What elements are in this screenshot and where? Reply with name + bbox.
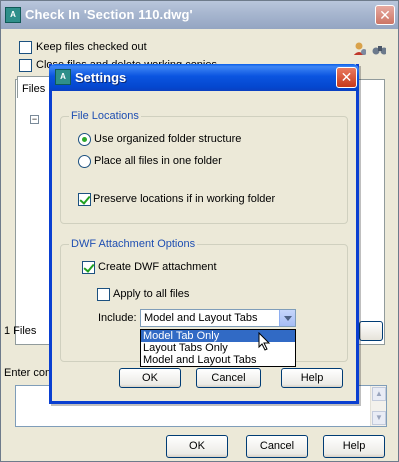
comment-scrollbar[interactable]: ▲ ▼ bbox=[370, 386, 386, 426]
tab-files[interactable]: Files bbox=[17, 76, 51, 98]
settings-help-button[interactable]: Help bbox=[281, 368, 343, 388]
keep-checked-out-label: Keep files checked out bbox=[36, 41, 147, 53]
settings-ok-button[interactable]: OK bbox=[119, 368, 181, 388]
keep-checked-out-checkbox[interactable] bbox=[19, 41, 32, 54]
user-settings-icon[interactable] bbox=[352, 41, 366, 55]
dropdown-option-model-and-layout[interactable]: Model and Layout Tabs bbox=[141, 354, 295, 366]
create-dwf-checkbox[interactable] bbox=[82, 261, 95, 274]
include-label: Include: bbox=[98, 312, 137, 324]
apply-all-label: Apply to all files bbox=[113, 288, 190, 300]
scroll-up-arrow[interactable]: ▲ bbox=[372, 387, 386, 401]
outer-help-button[interactable]: Help bbox=[323, 435, 385, 458]
file-locations-legend: File Locations bbox=[69, 110, 141, 122]
binoculars-icon[interactable] bbox=[372, 42, 386, 56]
mouse-cursor-icon bbox=[258, 332, 271, 351]
tree-expander[interactable]: − bbox=[30, 115, 39, 124]
outer-cancel-button[interactable]: Cancel bbox=[246, 435, 308, 458]
dwf-options-legend: DWF Attachment Options bbox=[69, 238, 198, 250]
settings-app-icon: A bbox=[55, 69, 71, 85]
organized-structure-label: Use organized folder structure bbox=[94, 133, 242, 145]
settings-close-button[interactable]: ✕ bbox=[336, 67, 357, 88]
include-select[interactable]: Model and Layout Tabs bbox=[140, 309, 296, 327]
settings-title: Settings bbox=[75, 70, 127, 85]
apply-all-checkbox[interactable] bbox=[97, 288, 110, 301]
create-dwf-label: Create DWF attachment bbox=[98, 261, 217, 273]
files-side-button[interactable] bbox=[359, 321, 383, 341]
app-icon: A bbox=[5, 7, 21, 23]
outer-close-button[interactable]: ✕ bbox=[375, 5, 395, 25]
settings-cancel-button[interactable]: Cancel bbox=[196, 368, 261, 388]
preserve-locations-label: Preserve locations if in working folder bbox=[93, 193, 276, 205]
outer-window-title: Check In 'Section 110.dwg' bbox=[25, 7, 193, 22]
preserve-locations-checkbox[interactable] bbox=[78, 193, 91, 206]
one-folder-radio[interactable] bbox=[78, 155, 91, 168]
one-folder-label: Place all files in one folder bbox=[94, 155, 222, 167]
include-select-value: Model and Layout Tabs bbox=[144, 312, 258, 324]
close-files-checkbox[interactable] bbox=[19, 59, 32, 72]
outer-titlebar[interactable]: A Check In 'Section 110.dwg' ✕ bbox=[1, 1, 398, 29]
organized-structure-radio[interactable] bbox=[78, 133, 91, 146]
outer-ok-button[interactable]: OK bbox=[166, 435, 228, 458]
chevron-down-icon[interactable] bbox=[279, 310, 295, 326]
settings-titlebar[interactable]: A Settings ✕ bbox=[49, 64, 359, 91]
scroll-down-arrow[interactable]: ▼ bbox=[372, 411, 386, 425]
include-dropdown-list[interactable]: Model Tab Only Layout Tabs Only Model an… bbox=[140, 329, 296, 367]
files-count-status: 1 Files bbox=[4, 325, 37, 337]
